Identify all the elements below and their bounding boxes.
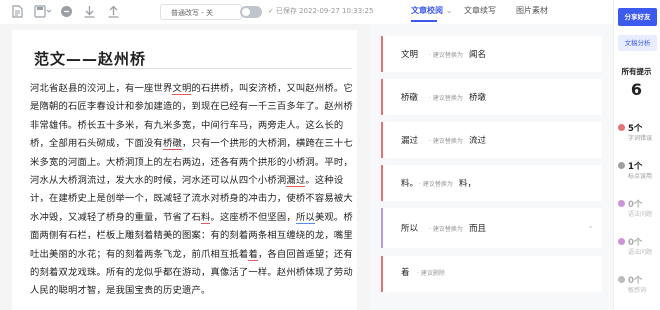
- all-hints-count: 6: [630, 80, 643, 99]
- save-status-text: 已保存 2022-09-27 10:33:25: [275, 7, 374, 15]
- title-divider: [34, 68, 352, 69]
- mode-select[interactable]: 普通改写 - 关: [160, 4, 242, 20]
- chevron-down-icon: ⌄: [445, 6, 453, 15]
- mode-select-value: 普通改写 - 关: [171, 9, 213, 17]
- suggestion-original: 料。: [401, 179, 419, 189]
- upload-icon[interactable]: [107, 5, 120, 18]
- error-mark-zhe[interactable]: 着: [248, 248, 258, 261]
- text-run: 。这座桥不但坚固，: [210, 211, 296, 223]
- save-status: ✓ 已保存 2022-09-27 10:33:25: [268, 6, 373, 16]
- error-mark-qiaodun[interactable]: 桥礅: [162, 138, 182, 151]
- top-toolbar: 普通改写 - 关 ✓ 已保存 2022-09-27 10:33:25: [0, 0, 660, 24]
- suggestion-card[interactable]: 所以 · 建议替换为 而且 ⌄: [381, 208, 602, 248]
- hint-text: 建议替换为: [432, 52, 463, 59]
- suggestion-hint[interactable]: · 建议删除: [417, 268, 445, 277]
- suggestion-hint: · 建议替换为: [429, 226, 463, 233]
- text-run: 河北省赵县的洨河上，有一座世界: [30, 83, 173, 94]
- suggestion-original: 着: [401, 268, 410, 278]
- stat-label: 敏感词: [628, 287, 647, 294]
- stat-label: 标点误用: [628, 173, 653, 180]
- stat-label: 语法问题: [628, 249, 653, 256]
- analysis-button[interactable]: 文稿分析: [618, 35, 657, 51]
- suggestion-hint: · 建议替换为: [429, 95, 463, 102]
- suggestion-hint: · 建议替换为: [419, 181, 453, 188]
- suggestion-original: 文明: [401, 50, 419, 60]
- suggestion-replacement[interactable]: 闻名: [469, 48, 486, 60]
- suggestion-replacement[interactable]: 流过: [469, 134, 486, 146]
- document-icon[interactable]: [10, 5, 23, 18]
- all-hints-label[interactable]: 所有提示: [613, 66, 660, 77]
- hint-text: 建议替换为: [432, 226, 463, 233]
- status-dot: [618, 200, 625, 207]
- stat-label: 语法问题: [628, 211, 653, 218]
- tab-continue-writing[interactable]: 文章续写: [464, 5, 496, 16]
- suggestion-card[interactable]: 桥礅 · 建议替换为 桥墩: [381, 79, 602, 115]
- document-body[interactable]: 河北省赵县的洨河上，有一座世界文明的石拱桥，叫安济桥，又叫赵州桥。它是隋朝的石匠…: [30, 80, 356, 301]
- suggestion-hint: · 建议替换为: [429, 138, 463, 145]
- share-button[interactable]: 分享好友: [618, 8, 657, 26]
- tab-proofread[interactable]: 文章校阅 ⌄: [411, 5, 453, 16]
- download-icon[interactable]: [83, 5, 96, 18]
- editor-area: 范文——赵州桥 河北省赵县的洨河上，有一座世界文明的石拱桥，叫安济桥，又叫赵州桥…: [0, 24, 370, 310]
- suggestion-card[interactable]: 漏过 · 建议替换为 流过: [381, 122, 602, 158]
- suggestion-original: 所以: [401, 224, 419, 234]
- suggestion-card[interactable]: 文明 · 建议替换为 闻名: [381, 36, 602, 72]
- suggestion-card[interactable]: 着 · 建议删除: [381, 256, 602, 292]
- stat-label: 字词错误: [628, 135, 653, 142]
- suggestion-original: 漏过: [401, 136, 419, 146]
- status-dot: [618, 124, 625, 131]
- mode-toggle[interactable]: [240, 6, 262, 18]
- active-tab-indicator: [411, 20, 437, 22]
- suggestion-replacement[interactable]: 而且: [469, 222, 486, 234]
- status-dot: [618, 238, 625, 245]
- tab-proofread-label: 文章校阅: [411, 6, 443, 15]
- hint-text: 建议替换为: [432, 95, 463, 102]
- check-icon: ✓: [268, 7, 274, 15]
- suggestion-original: 桥礅: [401, 93, 419, 103]
- save-dropdown-icon[interactable]: [34, 5, 52, 18]
- error-mark-suoyi[interactable]: 所以: [295, 211, 315, 224]
- tab-image-material[interactable]: 图片素材: [516, 5, 548, 16]
- status-dot: [618, 276, 625, 283]
- document-paper[interactable]: 范文——赵州桥 河北省赵县的洨河上，有一座世界文明的石拱桥，叫安济桥，又叫赵州桥…: [12, 30, 357, 310]
- hint-text: 建议替换为: [432, 138, 463, 145]
- error-mark-wenming[interactable]: 文明: [172, 83, 192, 95]
- suggestion-hint: · 建议替换为: [429, 52, 463, 59]
- toggle-knob: [242, 8, 250, 16]
- suggestion-card[interactable]: 料。 · 建议替换为 料，: [381, 165, 602, 201]
- circle-icon[interactable]: [60, 5, 73, 18]
- status-dot: [618, 162, 625, 169]
- suggestion-replacement[interactable]: 料，: [459, 177, 476, 189]
- suggestion-replacement[interactable]: 桥墩: [469, 91, 486, 103]
- hint-text: 建议删除: [420, 270, 445, 277]
- hint-text: 建议替换为: [422, 181, 453, 188]
- chevron-down-icon[interactable]: ⌄: [587, 221, 594, 230]
- error-mark-louguo[interactable]: 漏过: [286, 175, 306, 188]
- document-title[interactable]: 范文——赵州桥: [34, 48, 146, 69]
